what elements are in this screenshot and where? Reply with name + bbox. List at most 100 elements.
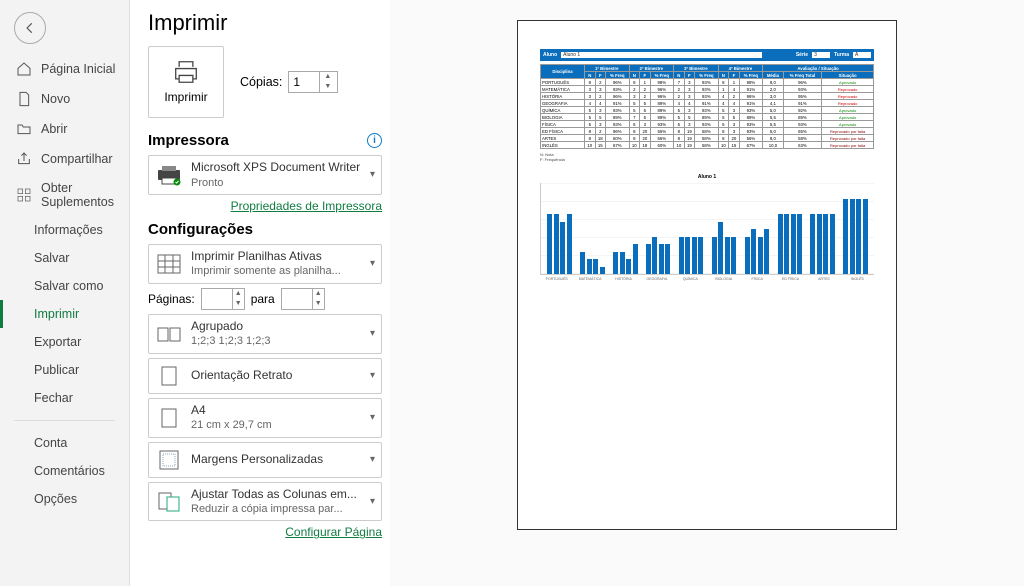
nav-save[interactable]: Salvar	[0, 244, 129, 272]
print-panel: Imprimir Imprimir Cópias: ▲▼ Impressora …	[130, 0, 1024, 586]
pages-to-spinner[interactable]: ▲▼	[281, 288, 325, 310]
scaling-selector[interactable]: Ajustar Todas as Colunas em...Reduzir a …	[148, 482, 382, 522]
nav-label: Salvar como	[34, 279, 103, 293]
info-icon[interactable]: i	[367, 133, 382, 148]
print-settings-column: Imprimir Imprimir Cópias: ▲▼ Impressora …	[130, 0, 390, 586]
opt-line1: Imprimir Planilhas Ativas	[191, 249, 362, 265]
nav-share[interactable]: Compartilhar	[0, 144, 129, 174]
folder-open-icon	[16, 121, 32, 137]
copies-spinner[interactable]: ▲▼	[288, 71, 338, 93]
nav-label: Salvar	[34, 251, 69, 265]
nav-label: Opções	[34, 492, 77, 506]
copies-input[interactable]	[289, 75, 319, 89]
collate-icon	[155, 321, 183, 347]
turma-label: Turma	[834, 52, 849, 58]
nav-label: Novo	[41, 92, 70, 106]
opt-line1: Margens Personalizadas	[191, 452, 362, 468]
margins-icon	[155, 447, 183, 473]
nav-label: Conta	[34, 436, 67, 450]
opt-line1: A4	[191, 403, 362, 419]
sheets-icon	[155, 251, 183, 277]
chevron-down-icon: ▾	[370, 370, 375, 381]
addins-icon	[16, 187, 32, 203]
chevron-down-icon: ▾	[370, 454, 375, 465]
nav-account[interactable]: Conta	[0, 429, 129, 457]
nav-label: Exportar	[34, 335, 81, 349]
chevron-down-icon: ▾	[370, 169, 375, 180]
aluno-label: Aluno	[543, 52, 557, 58]
spin-up[interactable]: ▲	[233, 289, 244, 299]
nav-addins[interactable]: Obter Suplementos	[0, 174, 129, 216]
back-arrow-icon	[23, 21, 37, 35]
serie-value: 3	[812, 52, 830, 58]
opt-line1: Orientação Retrato	[191, 368, 362, 384]
print-preview-area: Aluno Aluno 1 Série 3 Turma A Disciplina…	[390, 0, 1024, 586]
collate-selector[interactable]: Agrupado1;2;3 1;2;3 1;2;3 ▾	[148, 314, 382, 354]
printer-heading: Impressora	[148, 132, 229, 149]
pages-from-spinner[interactable]: ▲▼	[201, 288, 245, 310]
home-icon	[16, 61, 32, 77]
spin-down[interactable]: ▼	[313, 299, 324, 309]
nav-feedback[interactable]: Comentários	[0, 457, 129, 485]
margins-selector[interactable]: Margens Personalizadas ▾	[148, 442, 382, 478]
share-icon	[16, 151, 32, 167]
scale-icon	[155, 489, 183, 515]
chart-x-labels: PORTUGUÊSMATEMÁTICAHISTÓRIAGEOGRAFIAQUÍM…	[540, 277, 874, 281]
pages-label: Páginas:	[148, 292, 195, 306]
spin-down[interactable]: ▼	[233, 299, 244, 309]
print-what-selector[interactable]: Imprimir Planilhas AtivasImprimir soment…	[148, 244, 382, 284]
orientation-selector[interactable]: Orientação Retrato ▾	[148, 358, 382, 394]
settings-heading: Configurações	[148, 221, 253, 238]
nav-open[interactable]: Abrir	[0, 114, 129, 144]
nav-info[interactable]: Informações	[0, 216, 129, 244]
nav-label: Comentários	[34, 464, 105, 478]
nav-label: Compartilhar	[41, 152, 113, 166]
printer-selector[interactable]: Microsoft XPS Document Writer Pronto ▾	[148, 155, 382, 195]
nav-label: Publicar	[34, 363, 79, 377]
nav-publish[interactable]: Publicar	[0, 356, 129, 384]
grades-table: Disciplina1º Bimestre2º Bimestre3º Bimes…	[540, 64, 874, 149]
preview-page: Aluno Aluno 1 Série 3 Turma A Disciplina…	[517, 20, 897, 530]
backstage-sidebar: Página Inicial Novo Abrir Compartilhar O…	[0, 0, 130, 586]
page-setup-link[interactable]: Configurar Página	[148, 525, 382, 539]
printer-device-icon	[155, 162, 183, 188]
chevron-down-icon: ▾	[370, 328, 375, 339]
printer-icon	[172, 60, 200, 84]
nav-saveas[interactable]: Salvar como	[0, 272, 129, 300]
spin-up[interactable]: ▲	[313, 289, 324, 299]
opt-line2: 1;2;3 1;2;3 1;2;3	[191, 334, 362, 348]
page-title: Imprimir	[148, 10, 382, 36]
nav-label: Abrir	[41, 122, 67, 136]
opt-line1: Ajustar Todas as Colunas em...	[191, 487, 362, 503]
legend-line: F: Frequência	[540, 157, 874, 162]
pages-to-label: para	[251, 292, 275, 306]
aluno-value: Aluno 1	[561, 52, 762, 58]
pages-from-input[interactable]	[202, 292, 232, 306]
opt-line1: Agrupado	[191, 319, 362, 335]
pages-to-input[interactable]	[282, 292, 312, 306]
copies-label: Cópias:	[240, 75, 282, 89]
portrait-icon	[155, 363, 183, 389]
spin-down[interactable]: ▼	[320, 82, 335, 92]
chevron-down-icon: ▾	[370, 496, 375, 507]
paper-size-selector[interactable]: A421 cm x 29,7 cm ▾	[148, 398, 382, 438]
printer-name: Microsoft XPS Document Writer	[191, 160, 362, 176]
serie-label: Série	[796, 52, 808, 58]
table-legend: N: Nota F: Frequência	[540, 152, 874, 162]
nav-export[interactable]: Exportar	[0, 328, 129, 356]
nav-label: Informações	[34, 223, 103, 237]
nav-options[interactable]: Opções	[0, 485, 129, 513]
chevron-down-icon: ▾	[370, 258, 375, 269]
nav-new[interactable]: Novo	[0, 84, 129, 114]
nav-home[interactable]: Página Inicial	[0, 54, 129, 84]
back-button[interactable]	[14, 12, 46, 44]
chart-area: Aluno 1 PORTUGUÊSMATEMÁTICAHISTÓRIAGEOGR…	[540, 174, 874, 281]
nav-label: Página Inicial	[41, 62, 115, 76]
print-button[interactable]: Imprimir	[148, 46, 224, 118]
bar-chart	[540, 183, 874, 275]
printer-properties-link[interactable]: Propriedades de Impressora	[148, 199, 382, 213]
spin-up[interactable]: ▲	[320, 72, 335, 82]
nav-print[interactable]: Imprimir	[0, 300, 129, 328]
nav-close[interactable]: Fechar	[0, 384, 129, 412]
print-button-label: Imprimir	[164, 90, 207, 104]
